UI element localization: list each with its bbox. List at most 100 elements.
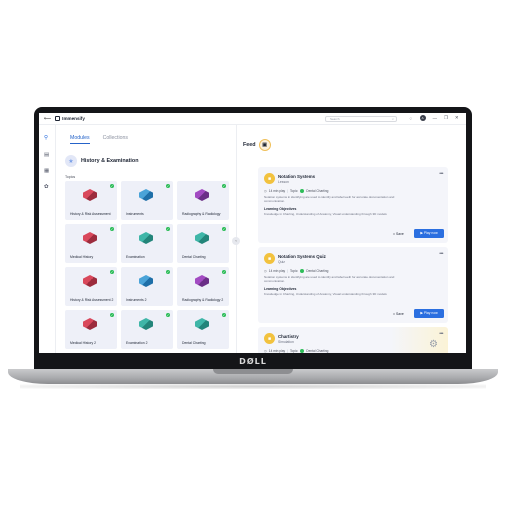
topics-label: Topics [65,175,76,179]
brain-icon[interactable]: ✿ [44,184,49,190]
icon-rail: ⚲ ▤ ▦ ✿ [39,125,56,353]
card-duration: 14 min play [268,349,286,353]
panel-tabs: Modules Collections [70,135,128,144]
topic-label: Instruments [126,212,144,216]
topic-tile-icon [195,232,209,244]
card-meta: ◷ 14 min play | Topic: Dental Charting [264,189,329,193]
modules-panel: Modules Collections ★ History & Examinat… [56,125,237,353]
more-options-icon[interactable]: ••• [439,331,443,337]
topic-card[interactable]: ✓ History & Risk Assessment [65,181,117,220]
feed-title: Feed [243,142,256,148]
save-button[interactable]: □ Save [393,232,404,236]
topic-grid: ✓ History & Risk Assessment ✓ Instruments ✓ R… [65,181,237,349]
completed-check-icon: ✓ [166,313,170,317]
topic-tile-icon [139,318,153,330]
app-window: ⟵ Immensify Search ⌕ ♢ A — ❐ ✕ ⚲ ▤ ▦ ✿ M… [39,113,466,353]
search-placeholder: Search [330,117,340,121]
lid-notch [213,369,293,374]
topic-tile-icon [195,189,209,201]
play-now-button[interactable]: ▶ Play now [414,229,444,238]
topic-label: Instruments 2 [126,298,147,302]
topic-tile-icon [139,275,153,287]
topic-label: Examination [126,255,145,259]
close-icon[interactable]: ✕ [455,115,459,121]
topic-tile-icon [195,318,209,330]
subject-icon: ★ [65,155,77,167]
completed-check-icon: ✓ [110,184,114,188]
bell-icon[interactable]: ♢ [409,116,413,121]
topic-card[interactable]: ✓ Examination 2 [121,310,173,349]
minimize-icon[interactable]: — [433,116,437,121]
feed-panel: Feed ▣ ■ Notation Systems Lesson ••• ◷ 1… [238,125,466,353]
search-icon[interactable]: ⚲ [44,135,48,141]
completed-check-icon: ✓ [110,270,114,274]
title-bar: ⟵ Immensify Search ⌕ ♢ A — ❐ ✕ [39,113,466,125]
library-icon[interactable]: ▦ [44,168,49,174]
topic-label: Examination 2 [126,341,148,345]
topic-card[interactable]: ✓ Radiography & Radiology [177,181,229,220]
subject-title: History & Examination [81,158,139,164]
topic-card[interactable]: ✓ Instruments [121,181,173,220]
objectives-text: Knowledge in Charting, Understanding of … [264,212,387,216]
card-description: Notation systems in identifying are used… [264,275,395,283]
feed-header: Feed ▣ [243,139,271,151]
topic-card[interactable]: ✓ Medical History 2 [65,310,117,349]
topic-card[interactable]: ✓ Instruments 2 [121,267,173,306]
lesson-icon: ■ [264,173,275,184]
card-description: Notation systems in identifying are used… [264,195,395,203]
laptop: DØLL ⟵ Immensify Search ⌕ ♢ A — ❐ ✕ ⚲ ▤ … [0,0,506,506]
topic-tile-icon [83,189,97,201]
save-button[interactable]: □ Save [393,312,404,316]
app-name: Immensify [62,116,85,121]
objectives-label: Learning Objectives [264,287,297,291]
chart-icon[interactable]: ▤ [44,152,49,158]
tab-collections[interactable]: Collections [103,135,128,144]
topic-tile-icon [195,275,209,287]
topic-label: Radiography & Radiology [182,212,221,216]
card-type: Lesson [278,180,289,184]
feed-card[interactable]: ■ Chartistry Simulation ••• ◷ 14 min pla… [258,327,448,353]
topic-tag-icon [300,189,305,193]
completed-check-icon: ✓ [222,313,226,317]
tab-modules[interactable]: Modules [70,135,90,144]
window-controls: ♢ A — ❐ ✕ [409,115,459,121]
back-arrow-icon[interactable]: ⟵ [44,116,51,122]
completed-check-icon: ✓ [222,184,226,188]
completed-check-icon: ✓ [166,184,170,188]
search-icon: ⌕ [391,117,394,121]
card-duration: 14 min play [268,269,286,273]
laptop-shadow [20,384,486,389]
app-logo: Immensify [55,116,85,121]
clock-icon: ◷ [264,189,267,193]
card-topic: Dental Charting [306,269,329,273]
card-title: Notation Systems [278,174,316,179]
topic-tile-icon [83,275,97,287]
avatar[interactable]: A [419,115,426,121]
card-duration: 14 min play [268,189,286,193]
more-options-icon[interactable]: ••• [439,171,443,177]
topic-card[interactable]: ✓ Dental Charting [177,224,229,263]
feed-card[interactable]: ■ Notation Systems Lesson ••• ◷ 14 min p… [258,167,448,243]
restore-icon[interactable]: ❐ [444,115,448,121]
save-label: Save [396,232,404,236]
simulation-icon: ■ [264,333,275,344]
card-topic-prefix: Topic: [289,269,299,273]
objectives-text: Knowledge in Charting, Understanding of … [264,292,387,296]
card-title: Notation Systems Quiz [278,254,326,259]
topic-card[interactable]: ✓ Dental Charting [177,310,229,349]
feed-card[interactable]: ■ Notation Systems Quiz Quiz ••• ◷ 14 mi… [258,247,448,323]
save-label: Save [396,312,404,316]
card-meta: ◷ 14 min play | Topic: Dental Charting [264,269,329,273]
topic-card[interactable]: ✓ Radiography & Radiology 2 [177,267,229,306]
more-options-icon[interactable]: ••• [439,251,443,257]
completed-check-icon: ✓ [110,313,114,317]
clock-icon: ◷ [264,349,267,353]
card-topic-prefix: Topic: [289,349,299,353]
search-input[interactable]: Search ⌕ [325,116,397,122]
completed-check-icon: ✓ [166,270,170,274]
topic-card[interactable]: ✓ Medical History [65,224,117,263]
topic-card[interactable]: ✓ History & Risk Assessment 2 [65,267,117,306]
play-now-button[interactable]: ▶ Play now [414,309,444,318]
topic-tile-icon [83,232,97,244]
topic-card[interactable]: ✓ Examination [121,224,173,263]
